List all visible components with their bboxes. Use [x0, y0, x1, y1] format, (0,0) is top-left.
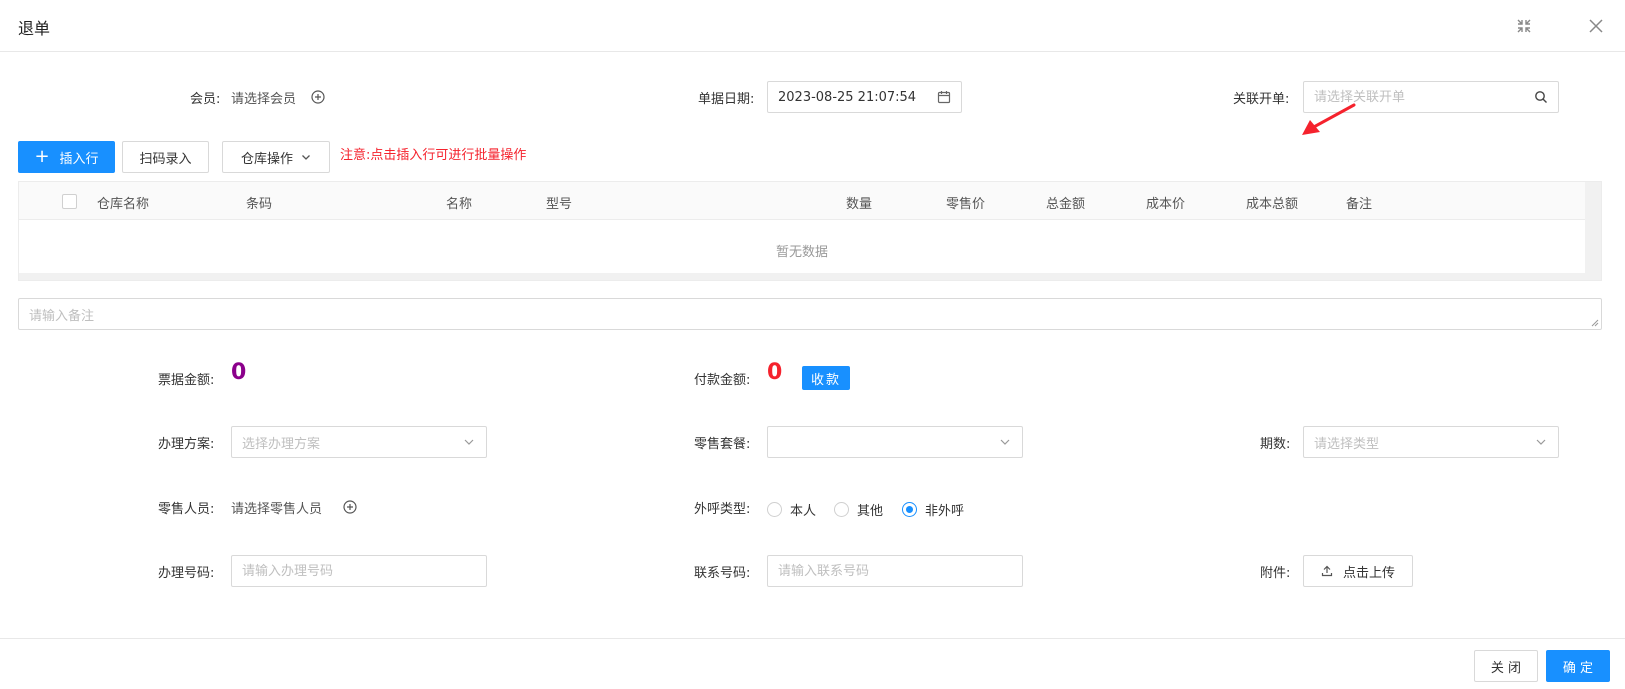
call-type-radio-self[interactable]: 本人 — [767, 500, 816, 519]
remark-box[interactable] — [18, 298, 1602, 330]
attachment-label: 附件: — [1260, 566, 1291, 581]
table-header: 仓库名称 条码 名称 型号 数量 零售价 总金额 成本价 成本总额 备注 — [19, 182, 1585, 220]
column-header: 总金额 — [1046, 197, 1086, 212]
member-select[interactable]: 请选择会员 — [231, 88, 296, 107]
period-placeholder: 请选择类型 — [1314, 436, 1380, 452]
add-staff-icon[interactable] — [343, 500, 357, 514]
number-field[interactable] — [231, 555, 487, 587]
items-table: 仓库名称 条码 名称 型号 数量 零售价 总金额 成本价 成本总额 备注 暂无数… — [18, 181, 1602, 281]
pay-amount-value: 0 — [767, 360, 783, 385]
footer-divider — [0, 638, 1625, 639]
upload-icon — [1321, 565, 1333, 577]
contact-field[interactable] — [767, 555, 1023, 587]
column-header: 成本价 — [1146, 197, 1186, 212]
dialog-header: 退单 — [0, 0, 1625, 52]
call-type-radio-other[interactable]: 其他 — [834, 500, 883, 519]
link-order-label: 关联开单: — [1233, 92, 1290, 107]
date-label: 单据日期: — [698, 92, 755, 107]
chevron-down-icon — [998, 435, 1012, 449]
member-label: 会员: — [190, 92, 221, 107]
number-label: 办理号码: — [158, 566, 215, 581]
date-value: 2023-08-25 21:07:54 — [778, 89, 917, 105]
close-icon[interactable] — [1586, 16, 1606, 36]
call-type-radio-none[interactable]: 非外呼 — [902, 500, 964, 519]
call-type-label: 外呼类型: — [694, 502, 751, 517]
plan-select[interactable]: 选择办理方案 — [231, 426, 487, 458]
package-label: 零售套餐: — [694, 437, 751, 452]
annotation-arrow-icon — [1302, 103, 1356, 135]
chevron-down-icon — [301, 152, 311, 162]
close-button[interactable]: 关 闭 — [1474, 650, 1538, 682]
column-header: 数量 — [846, 197, 873, 212]
staff-label: 零售人员: — [158, 502, 215, 517]
column-header: 仓库名称 — [97, 197, 150, 212]
period-select[interactable]: 请选择类型 — [1303, 426, 1559, 458]
pay-amount-label: 付款金额: — [694, 373, 751, 388]
column-header: 型号 — [546, 197, 573, 212]
plan-placeholder: 选择办理方案 — [242, 436, 321, 452]
empty-data-text: 暂无数据 — [775, 245, 828, 260]
add-member-icon[interactable] — [311, 90, 325, 104]
date-picker[interactable]: 2023-08-25 21:07:54 — [767, 81, 962, 113]
column-header: 成本总额 — [1246, 197, 1299, 212]
column-header: 名称 — [446, 197, 473, 212]
calendar-icon — [937, 90, 951, 104]
collect-payment-button[interactable]: 收款 — [802, 366, 850, 390]
warehouse-operation-dropdown[interactable]: 仓库操作 — [222, 141, 330, 173]
staff-select[interactable]: 请选择零售人员 — [231, 498, 322, 517]
confirm-button[interactable]: 确 定 — [1546, 650, 1610, 682]
number-input[interactable] — [242, 556, 476, 586]
chevron-down-icon — [1534, 435, 1548, 449]
upload-button[interactable]: 点击上传 — [1303, 555, 1413, 587]
vertical-scrollbar[interactable] — [1585, 182, 1601, 280]
column-header: 条码 — [246, 197, 273, 212]
package-select[interactable] — [767, 426, 1023, 458]
bill-amount-label: 票据金额: — [158, 373, 215, 388]
column-header: 备注 — [1346, 197, 1373, 212]
insert-row-button[interactable]: + 插入行 — [18, 141, 115, 173]
search-icon[interactable] — [1534, 90, 1548, 104]
remark-input[interactable] — [29, 305, 1591, 325]
scan-entry-button[interactable]: 扫码录入 — [122, 141, 209, 173]
horizontal-scrollbar[interactable] — [19, 273, 1585, 280]
fullscreen-icon[interactable] — [1514, 16, 1534, 36]
chevron-down-icon — [462, 435, 476, 449]
plan-label: 办理方案: — [158, 437, 215, 452]
batch-operation-note: 注意:点击插入行可进行批量操作 — [340, 148, 527, 163]
dialog-title: 退单 — [18, 19, 51, 38]
plus-icon: + — [34, 146, 50, 167]
contact-label: 联系号码: — [694, 566, 751, 581]
column-header: 零售价 — [946, 197, 986, 212]
period-label: 期数: — [1260, 437, 1291, 452]
contact-input[interactable] — [778, 556, 1012, 586]
select-all-checkbox[interactable] — [62, 194, 77, 209]
resize-handle-icon[interactable] — [1591, 319, 1599, 327]
bill-amount-value: 0 — [231, 360, 247, 385]
